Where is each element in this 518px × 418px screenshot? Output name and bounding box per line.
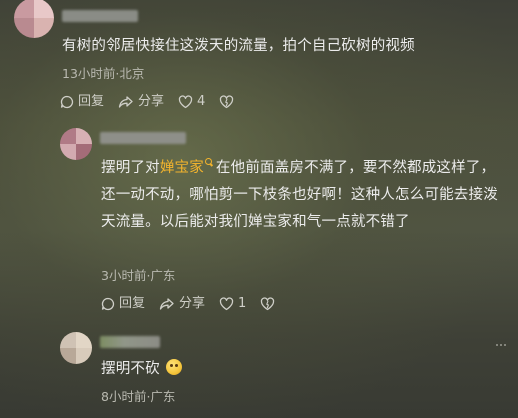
comment-actions: 回复 分享 4 [60,94,252,110]
reply-label: 回复 [78,94,105,109]
comment-text-body: 摆明不砍 [101,361,160,377]
share-label: 分享 [179,296,206,311]
reply-icon [101,297,115,311]
dislike-button[interactable] [260,297,279,311]
comment-actions: 回复 分享 1 [101,296,293,312]
like-button[interactable]: 1 [219,296,246,312]
avatar[interactable] [60,332,92,364]
share-icon [159,298,174,310]
comment-meta: 13小时前·北京 [62,66,145,81]
reply-icon [60,95,74,109]
comment-text: 摆明不砍 [101,356,401,383]
share-button[interactable]: 分享 [159,296,205,312]
dislike-icon [220,95,234,109]
username-blurred[interactable] [62,10,138,22]
like-button[interactable]: 4 [178,94,205,110]
share-icon [118,96,133,108]
username-blurred[interactable] [100,336,160,348]
comment-text-before: 摆明了对 [101,160,160,176]
reply-button[interactable]: 回复 [101,296,145,312]
dislike-button[interactable] [219,95,238,109]
like-count: 1 [238,296,247,311]
like-count: 4 [197,94,206,109]
reply-button[interactable]: 回复 [60,94,104,110]
emoji-icon [165,359,182,375]
share-button[interactable]: 分享 [118,94,164,110]
more-icon[interactable] [496,344,506,346]
reply-label: 回复 [119,296,146,311]
username-blurred[interactable] [100,132,186,144]
heart-icon [219,297,234,311]
heart-icon [178,95,193,109]
avatar[interactable] [14,0,54,38]
dislike-icon [261,297,275,311]
share-label: 分享 [138,94,165,109]
search-mini-icon [204,158,214,167]
comment-text: 有树的邻居快接住这泼天的流量，拍个自己砍树的视频 [62,38,415,54]
comment-text: 摆明了对婵宝家 在他前面盖房不满了，要不然都成这样了，还一动不动，哪怕剪一下枝条也… [101,155,509,236]
avatar[interactable] [60,128,92,160]
comment-meta: 3小时前·广东 [101,268,176,283]
mention-link[interactable]: 婵宝家 [160,160,204,176]
comment-meta: 8小时前·广东 [101,389,176,404]
